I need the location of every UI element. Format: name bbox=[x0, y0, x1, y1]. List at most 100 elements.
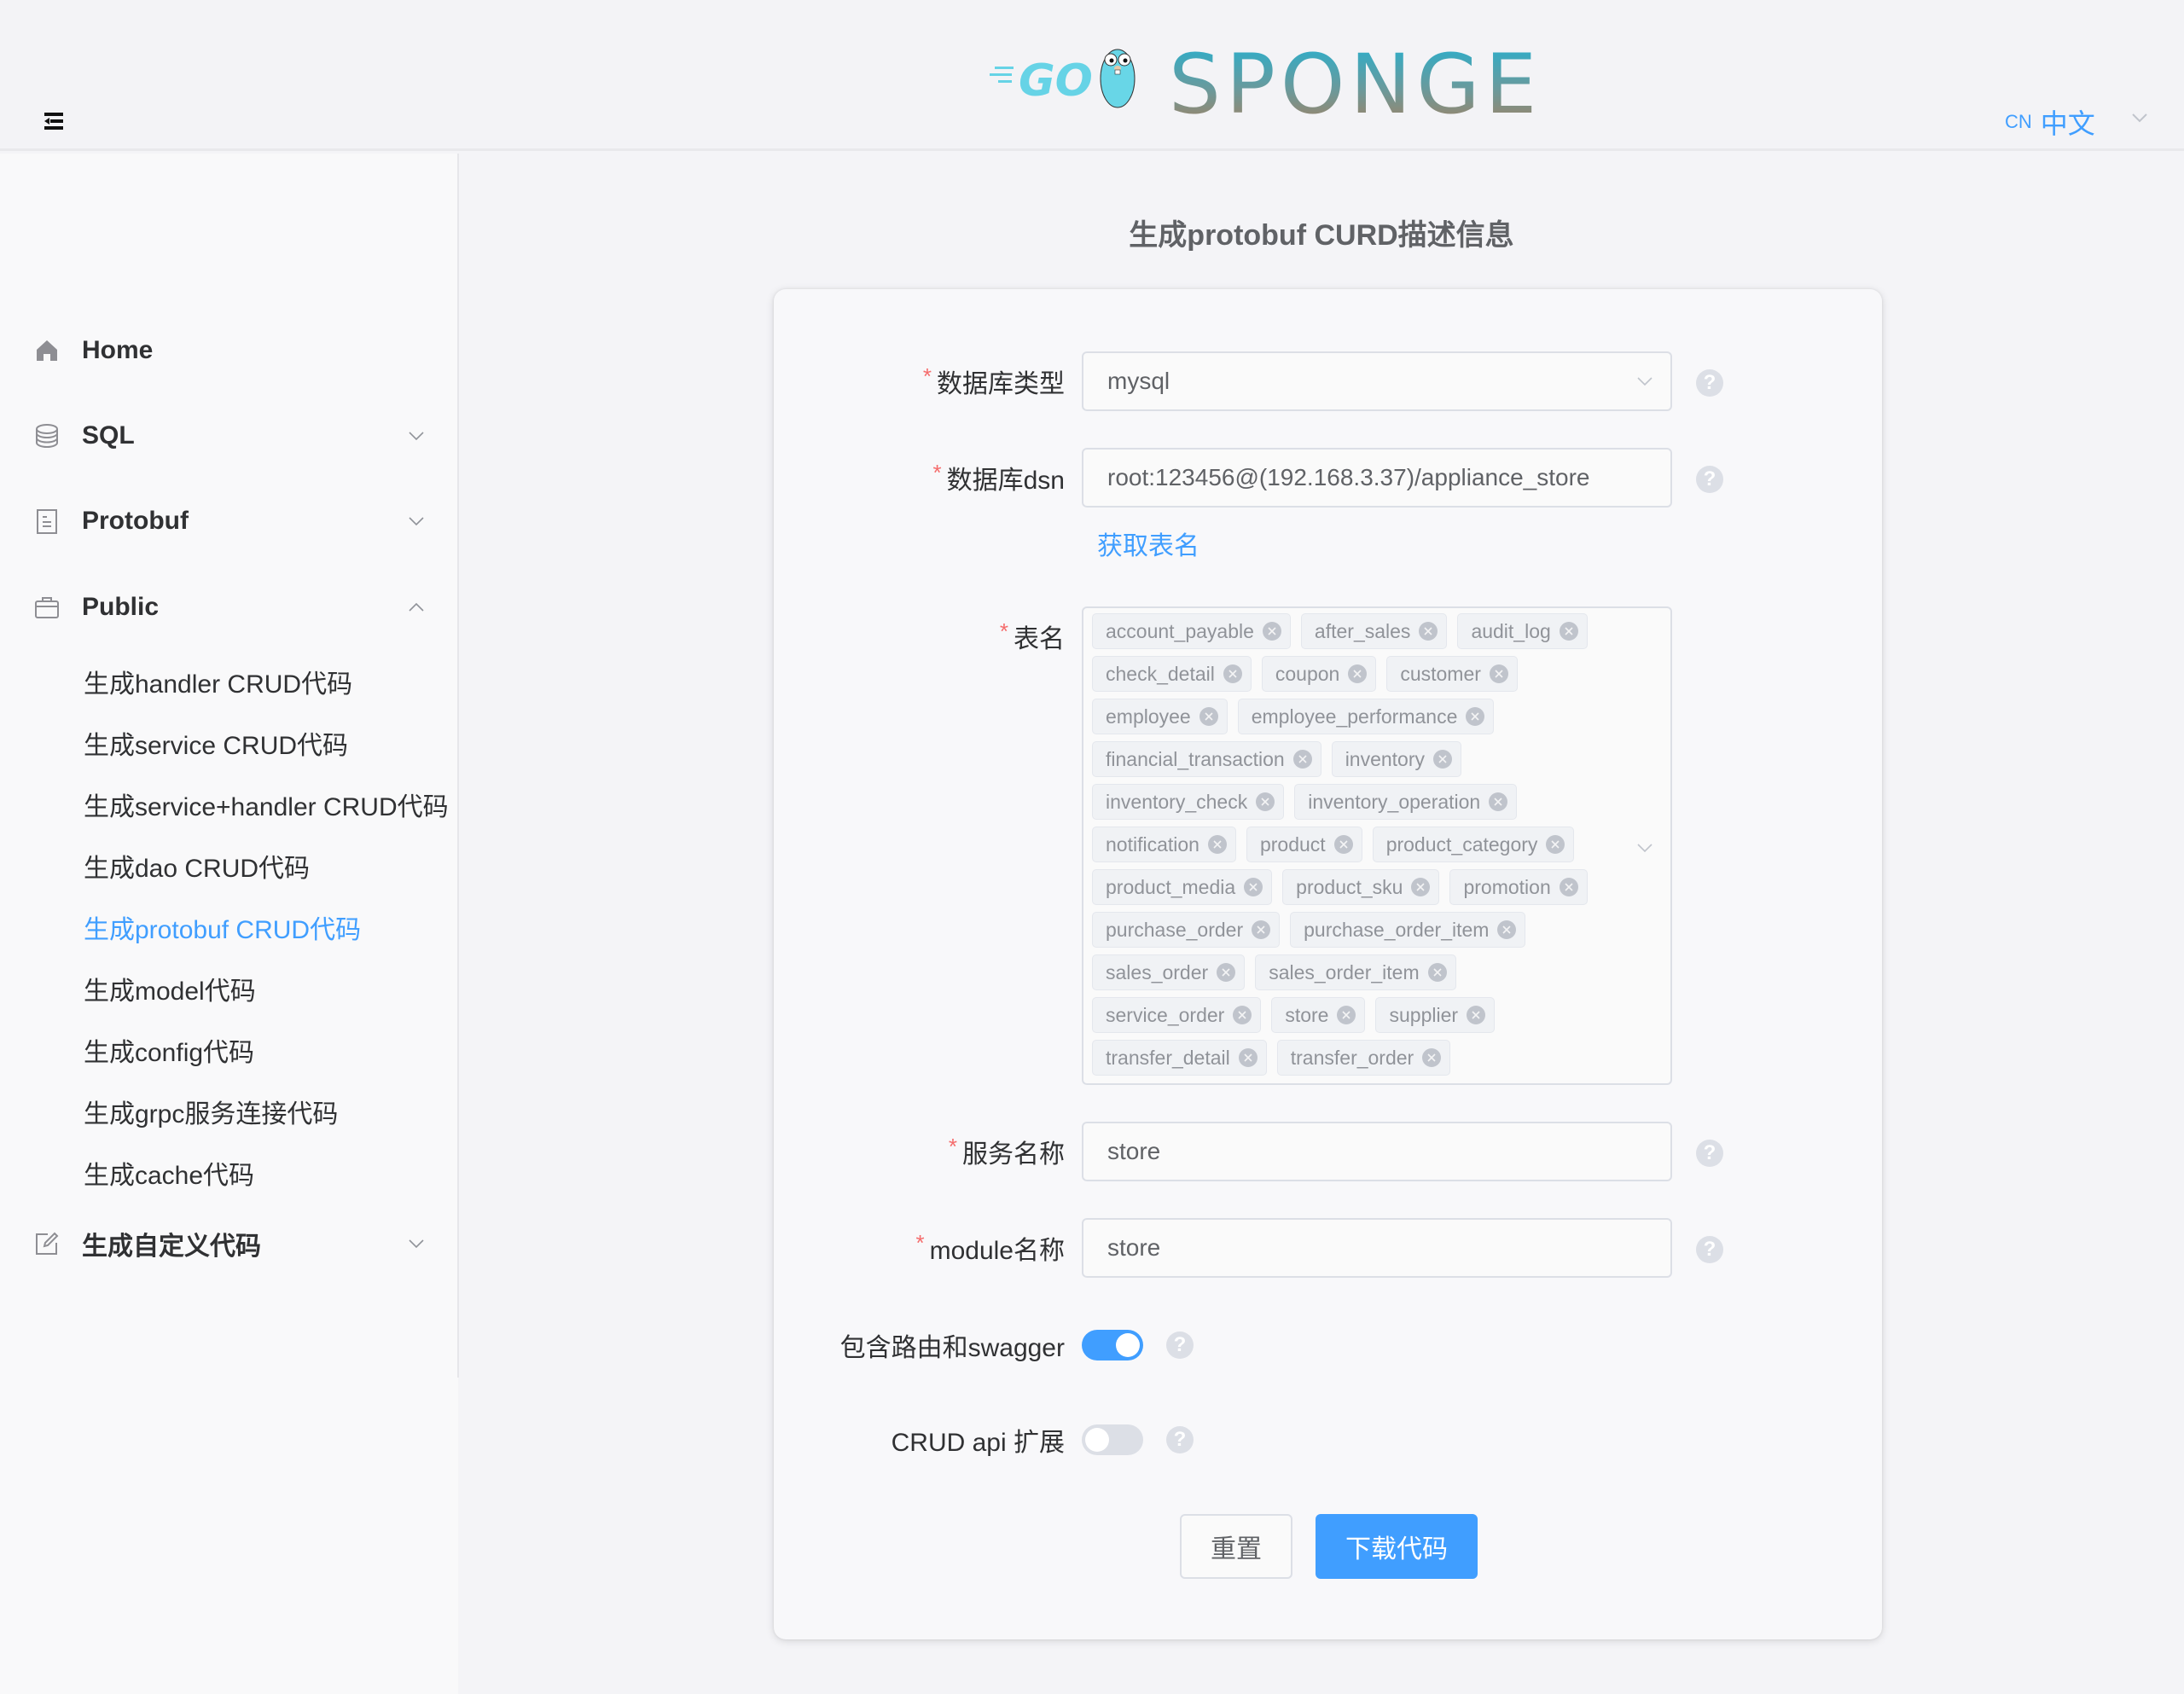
sidebar-subitem-protobuf-crud[interactable]: 生成protobuf CRUD代码 bbox=[0, 902, 457, 953]
go-speed-lines bbox=[990, 67, 1014, 83]
tag-remove-icon[interactable] bbox=[1427, 963, 1447, 982]
table-tag: product_category bbox=[1372, 827, 1575, 862]
db-dsn-input[interactable]: root:123456@(192.168.3.37)/appliance_sto… bbox=[1082, 448, 1672, 508]
help-icon[interactable]: ? bbox=[1696, 369, 1723, 397]
db-type-select[interactable]: mysql bbox=[1082, 351, 1672, 411]
table-tag: customer bbox=[1386, 656, 1518, 692]
table-tag: transfer_order bbox=[1276, 1040, 1451, 1076]
tag-remove-icon[interactable] bbox=[1223, 664, 1242, 683]
sidebar-subitem-label: 生成protobuf CRUD代码 bbox=[84, 916, 362, 944]
tag-remove-icon[interactable] bbox=[1244, 878, 1263, 896]
tag-remove-icon[interactable] bbox=[1467, 1006, 1486, 1024]
include-router-swagger-toggle[interactable] bbox=[1082, 1330, 1143, 1360]
language-switcher[interactable]: CN 中文 bbox=[2005, 105, 2095, 139]
db-type-value: mysql bbox=[1107, 368, 1170, 394]
help-icon[interactable]: ? bbox=[1166, 1331, 1194, 1359]
tag-remove-icon[interactable] bbox=[1233, 1006, 1252, 1024]
sidebar-subitem-service-crud[interactable]: 生成service CRUD代码 bbox=[0, 717, 457, 769]
briefcase-icon bbox=[35, 597, 59, 618]
chevron-down-icon[interactable] bbox=[2131, 109, 2148, 126]
db-type-label: * 数据库类型 bbox=[923, 351, 1065, 411]
tag-remove-icon[interactable] bbox=[1422, 1048, 1442, 1067]
sidebar-subitem-model[interactable]: 生成model代码 bbox=[0, 963, 457, 1014]
sidebar-subitem-handler-crud[interactable]: 生成handler CRUD代码 bbox=[0, 656, 457, 707]
sidebar-subitem-label: 生成service CRUD代码 bbox=[84, 732, 349, 760]
sidebar-divider bbox=[457, 154, 459, 1378]
sidebar-item-custom-code[interactable]: 生成自定义代码 bbox=[0, 1214, 457, 1273]
sidebar-subitem-label: 生成cache代码 bbox=[84, 1162, 255, 1190]
sidebar-item-sql[interactable]: SQL bbox=[0, 406, 457, 466]
required-mark: * bbox=[922, 363, 932, 389]
table-tag: purchase_order_item bbox=[1290, 912, 1526, 948]
home-icon bbox=[37, 340, 57, 361]
tag-remove-icon[interactable] bbox=[1489, 664, 1508, 683]
sidebar-subitem-dao-crud[interactable]: 生成dao CRUD代码 bbox=[0, 840, 457, 891]
table-tag: notification bbox=[1092, 827, 1236, 862]
include-router-swagger-label: 包含路由和swagger bbox=[840, 1315, 1065, 1375]
sidebar-subitem-config[interactable]: 生成config代码 bbox=[0, 1024, 457, 1076]
tag-remove-icon[interactable] bbox=[1559, 878, 1578, 896]
help-icon[interactable]: ? bbox=[1166, 1426, 1194, 1453]
tag-remove-icon[interactable] bbox=[1348, 664, 1368, 683]
table-tag-label: transfer_detail bbox=[1106, 1046, 1230, 1069]
sidebar-subitem-label: 生成config代码 bbox=[84, 1039, 255, 1067]
tag-remove-icon[interactable] bbox=[1419, 622, 1438, 641]
tag-remove-icon[interactable] bbox=[1199, 707, 1218, 726]
tag-remove-icon[interactable] bbox=[1207, 835, 1227, 854]
sidebar-subitem-label: 生成handler CRUD代码 bbox=[84, 670, 353, 699]
table-tag: coupon bbox=[1261, 656, 1377, 692]
sidebar-item-home[interactable]: Home bbox=[0, 321, 457, 380]
sidebar-subitem-cache[interactable]: 生成cache代码 bbox=[0, 1147, 457, 1198]
menu-fold-icon[interactable] bbox=[43, 111, 65, 131]
tag-remove-icon[interactable] bbox=[1217, 963, 1236, 982]
tag-remove-icon[interactable] bbox=[1433, 750, 1453, 769]
help-icon[interactable]: ? bbox=[1696, 1236, 1723, 1263]
db-dsn-label-text: 数据库dsn bbox=[946, 467, 1065, 495]
tag-remove-icon[interactable] bbox=[1252, 920, 1271, 939]
tables-multiselect[interactable]: account_payable after_sales audit_log check… bbox=[1082, 606, 1672, 1085]
tag-remove-icon[interactable] bbox=[1238, 1048, 1258, 1067]
crud-api-extend-toggle[interactable] bbox=[1082, 1424, 1143, 1455]
table-tag-label: notification bbox=[1106, 832, 1199, 856]
help-icon[interactable]: ? bbox=[1696, 466, 1723, 493]
service-name-input[interactable]: store bbox=[1082, 1122, 1672, 1181]
tag-remove-icon[interactable] bbox=[1256, 792, 1275, 811]
help-icon[interactable]: ? bbox=[1696, 1140, 1723, 1167]
tag-remove-icon[interactable] bbox=[1333, 835, 1353, 854]
tag-remove-icon[interactable] bbox=[1497, 920, 1517, 939]
fetch-table-names-link[interactable]: 获取表名 bbox=[1097, 525, 1199, 562]
table-tag-label: customer bbox=[1400, 662, 1481, 685]
table-tag: financial_transaction bbox=[1092, 741, 1321, 777]
sidebar-item-protobuf[interactable]: Protobuf bbox=[0, 491, 457, 551]
table-tag-label: promotion bbox=[1463, 875, 1551, 898]
download-code-button[interactable]: 下载代码 bbox=[1316, 1514, 1478, 1579]
table-tag-label: financial_transaction bbox=[1106, 747, 1285, 770]
required-mark: * bbox=[948, 1133, 957, 1159]
sidebar-item-public[interactable]: Public bbox=[0, 577, 457, 637]
tag-remove-icon[interactable] bbox=[1546, 835, 1565, 854]
table-tag-label: after_sales bbox=[1314, 619, 1411, 642]
tag-remove-icon[interactable] bbox=[1559, 622, 1578, 641]
tag-remove-icon[interactable] bbox=[1489, 792, 1508, 811]
module-name-input[interactable]: store bbox=[1082, 1218, 1672, 1278]
table-tag-label: store bbox=[1285, 1003, 1329, 1026]
db-dsn-value: root:123456@(192.168.3.37)/appliance_sto… bbox=[1107, 464, 1590, 490]
tag-remove-icon[interactable] bbox=[1411, 878, 1431, 896]
tag-remove-icon[interactable] bbox=[1337, 1006, 1356, 1024]
table-tag: product_sku bbox=[1282, 869, 1440, 905]
tag-remove-icon[interactable] bbox=[1292, 750, 1312, 769]
sidebar-item-label: Protobuf bbox=[82, 507, 189, 535]
table-tag-label: account_payable bbox=[1106, 619, 1254, 642]
tag-remove-icon[interactable] bbox=[1262, 622, 1281, 641]
table-tag: transfer_detail bbox=[1092, 1040, 1267, 1076]
sidebar-subitem-service-handler-crud[interactable]: 生成service+handler CRUD代码 bbox=[0, 779, 457, 830]
sidebar-subitem-grpc-connection[interactable]: 生成grpc服务连接代码 bbox=[0, 1086, 457, 1137]
reset-button[interactable]: 重置 bbox=[1180, 1514, 1292, 1579]
gopher-mascot-icon bbox=[1100, 49, 1136, 108]
tag-remove-icon[interactable] bbox=[1466, 707, 1485, 726]
table-tag-label: coupon bbox=[1275, 662, 1340, 685]
table-tag: product_media bbox=[1092, 869, 1273, 905]
chevron-down-icon bbox=[409, 432, 424, 441]
include-router-swagger-label-text: 包含路由和swagger bbox=[839, 1334, 1065, 1362]
table-tag: audit_log bbox=[1457, 613, 1588, 649]
